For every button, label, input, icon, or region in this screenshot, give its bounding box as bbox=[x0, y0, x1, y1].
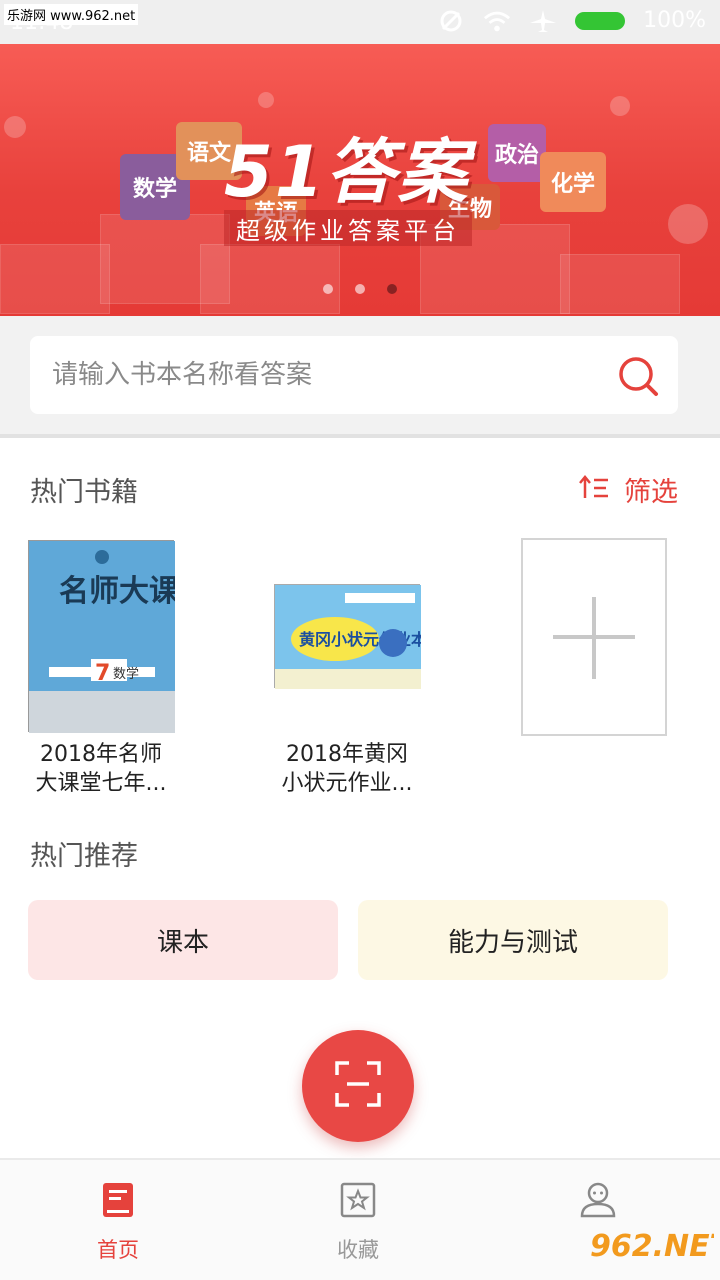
book-cover: 名师大课堂 7 数学 bbox=[28, 540, 209, 733]
search-input[interactable] bbox=[52, 360, 592, 390]
banner-bubble bbox=[258, 92, 274, 108]
banner-cube bbox=[200, 244, 340, 314]
search-bar[interactable] bbox=[30, 336, 678, 414]
search-icon[interactable] bbox=[616, 354, 660, 398]
banner-cube bbox=[0, 244, 110, 314]
hot-books-title: 热门书籍 bbox=[30, 477, 138, 508]
search-area bbox=[0, 316, 720, 438]
nav-label-home: 首页 bbox=[97, 1238, 139, 1262]
recommend-ability-test-button[interactable]: 能力与测试 bbox=[358, 900, 668, 980]
carousel-dot[interactable] bbox=[323, 284, 333, 294]
subject-tile: 政治 bbox=[488, 124, 546, 182]
book-title-line: 小状元作业... bbox=[281, 771, 413, 796]
promo-banner[interactable]: 数学 语文 英语 政治 生物 化学 51答案 超级作业答案平台 bbox=[0, 44, 720, 316]
book-cover-wrap: 黄冈小状元作业本 bbox=[262, 540, 432, 732]
star-icon bbox=[338, 1180, 378, 1224]
subject-tile: 化学 bbox=[540, 152, 606, 212]
wifi-icon bbox=[483, 9, 511, 33]
status-icons: 100% bbox=[437, 8, 706, 33]
book-cover-title: 名师大课堂 bbox=[59, 574, 175, 609]
do-not-disturb-icon bbox=[437, 9, 465, 33]
banner-bubble bbox=[668, 204, 708, 244]
watermark-logo-text: 962.NET 乐游网 bbox=[590, 1229, 714, 1264]
book-cover-subject: 数学 bbox=[113, 666, 139, 682]
banner-bubble bbox=[4, 116, 26, 138]
filter-button[interactable]: 筛选 bbox=[578, 470, 678, 509]
airplane-icon bbox=[529, 9, 557, 33]
bottom-nav: 首页 收藏 962.NET 乐游网 bbox=[0, 1158, 720, 1280]
carousel-dot[interactable] bbox=[355, 284, 365, 294]
hot-recommend-title: 热门推荐 bbox=[30, 841, 138, 872]
carousel-indicator bbox=[0, 284, 720, 294]
book-title-line: 大课堂七年... bbox=[35, 771, 167, 796]
recommend-textbook-button[interactable]: 课本 bbox=[28, 900, 338, 980]
carousel-dot-active[interactable] bbox=[387, 284, 397, 294]
watermark-top: 乐游网 www.962.net bbox=[4, 4, 139, 25]
book-title-line: 2018年黄冈 bbox=[286, 742, 408, 767]
sort-icon bbox=[578, 474, 610, 506]
scan-button[interactable] bbox=[302, 1030, 414, 1142]
nav-item-favorites[interactable]: 收藏 bbox=[288, 1180, 428, 1264]
book-cover: 黄冈小状元作业本 bbox=[274, 584, 427, 689]
banner-bubble bbox=[610, 96, 630, 116]
banner-title: 51答案 bbox=[224, 131, 470, 213]
book-cover-grade: 7 bbox=[95, 661, 110, 686]
book-title: 2018年黄冈 小状元作业... bbox=[262, 740, 432, 798]
battery-level: 100% bbox=[643, 8, 706, 33]
filter-label: 筛选 bbox=[624, 477, 678, 508]
book-icon bbox=[98, 1180, 138, 1224]
book-card[interactable]: 名师大课堂 7 数学 2018年名师 大课堂七年... bbox=[16, 540, 209, 798]
user-icon bbox=[578, 1180, 618, 1224]
book-title: 2018年名师 大课堂七年... bbox=[16, 740, 186, 798]
banner-subtitle: 超级作业答案平台 bbox=[224, 210, 472, 246]
book-card[interactable]: 黄冈小状元作业本 2018年黄冈 小状元作业... bbox=[262, 540, 432, 798]
scan-icon bbox=[333, 1059, 383, 1113]
book-title-line: 2018年名师 bbox=[40, 742, 162, 767]
watermark-logo: 962.NET 乐游网 bbox=[588, 1222, 720, 1276]
add-book-button[interactable] bbox=[521, 538, 667, 736]
nav-label-favorites: 收藏 bbox=[337, 1238, 379, 1262]
nav-item-home[interactable]: 首页 bbox=[48, 1180, 188, 1264]
battery-icon bbox=[575, 11, 626, 30]
